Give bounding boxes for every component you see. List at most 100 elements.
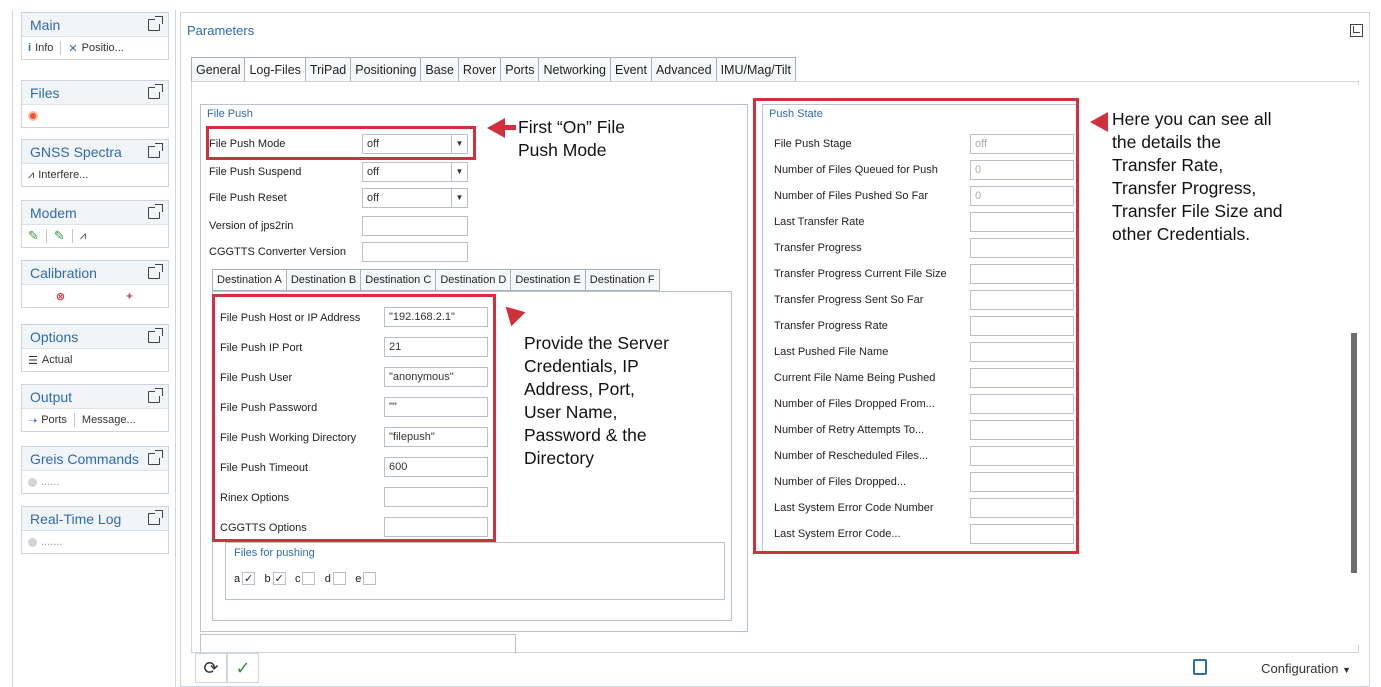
file-d-label: d xyxy=(324,572,331,585)
cggtts-version-field[interactable] xyxy=(362,242,468,262)
file-push-suspend-value: off xyxy=(367,166,380,178)
file-a-checkbox[interactable]: ✓ xyxy=(242,572,256,586)
note-state-line: Transfer Rate, xyxy=(1112,155,1224,175)
tab-positioning[interactable]: Positioning xyxy=(350,57,421,82)
note-push-mode: First “On” File Push Mode xyxy=(518,116,625,162)
modem-signal-icon[interactable]: ✎ xyxy=(54,228,65,244)
destination-tabs: Destination A Destination B Destination … xyxy=(212,269,660,291)
file-b-checkbox[interactable]: ✓ xyxy=(272,572,286,586)
tab-destination-f[interactable]: Destination F xyxy=(584,269,660,291)
tab-destination-a[interactable]: Destination A xyxy=(212,269,286,291)
note-state-line: Here you can see all xyxy=(1112,109,1272,129)
output-ports-item[interactable]: Ports xyxy=(41,414,67,426)
popout-icon[interactable] xyxy=(148,387,163,403)
note-state-line: other Credentials. xyxy=(1112,224,1251,244)
popout-icon[interactable] xyxy=(148,203,163,219)
note-push-mode-line: First “On” File xyxy=(518,117,625,137)
file-push-title: File Push xyxy=(207,108,253,120)
files-status-icon[interactable] xyxy=(28,111,38,121)
popout-icon[interactable] xyxy=(148,263,163,279)
file-push-reset-select[interactable]: off ▼ xyxy=(362,188,468,208)
configuration-dropdown[interactable]: Configuration ▼ xyxy=(1261,661,1351,676)
configuration-label: Configuration xyxy=(1261,660,1339,676)
file-push-reset-value: off xyxy=(367,192,380,204)
tab-log-files[interactable]: Log-Files xyxy=(244,57,305,82)
note-push-state: Here you can see all the details the Tra… xyxy=(1112,108,1283,246)
tab-base[interactable]: Base xyxy=(420,57,458,82)
file-push-suspend-label: File Push Suspend xyxy=(209,166,302,178)
popout-icon[interactable] xyxy=(148,83,163,99)
panel-output: Output ➝ Ports Message... xyxy=(21,384,169,432)
tab-rover[interactable]: Rover xyxy=(457,57,501,82)
file-c-checkbox[interactable] xyxy=(302,572,316,586)
tab-imu-mag-tilt[interactable]: IMU/Mag/Tilt xyxy=(715,57,796,82)
file-c-label: c xyxy=(294,572,301,585)
cggtts-version-label: CGGTTS Converter Version xyxy=(209,246,346,258)
list-icon: ☰ xyxy=(28,354,38,367)
jps2rin-field[interactable] xyxy=(362,216,468,236)
satellite-icon: ✕ xyxy=(68,42,78,55)
rtlog-item[interactable]: ....... xyxy=(41,536,62,548)
tab-destination-d[interactable]: Destination D xyxy=(435,269,511,291)
popout-icon[interactable] xyxy=(148,327,163,343)
panel-modem-title: Modem xyxy=(30,204,77,221)
panel-output-title: Output xyxy=(30,388,73,405)
chart-icon: ⩘ xyxy=(28,168,35,181)
tab-ports[interactable]: Ports xyxy=(500,57,539,82)
arrow-stem xyxy=(504,125,516,130)
tab-networking[interactable]: Networking xyxy=(538,57,610,82)
device-icon[interactable] xyxy=(1193,659,1207,675)
apply-button[interactable]: ✓ xyxy=(227,653,259,683)
tab-event[interactable]: Event xyxy=(609,57,651,82)
restore-window-icon[interactable] xyxy=(1350,23,1363,37)
tab-general[interactable]: General xyxy=(191,57,245,82)
bottom-toolbar: ⟳ ✓ Configuration ▼ xyxy=(181,649,1369,687)
panel-options-title: Options xyxy=(30,328,79,345)
note-server: Provide the Server Credentials, IP Addre… xyxy=(524,332,669,470)
tab-advanced[interactable]: Advanced xyxy=(650,57,716,82)
note-state-line: Transfer File Size and xyxy=(1112,201,1283,221)
gnss-interference-item[interactable]: Interfere... xyxy=(38,169,88,181)
scrollbar-thumb[interactable] xyxy=(1351,333,1357,573)
note-state-line: Transfer Progress, xyxy=(1112,178,1257,198)
modem-link-icon[interactable]: ✎ xyxy=(28,228,39,244)
popout-icon[interactable] xyxy=(148,142,163,158)
panel-gnss-title: GNSS Spectra xyxy=(30,143,122,160)
file-e-checkbox[interactable] xyxy=(363,572,377,586)
note-server-line: Provide the Server xyxy=(524,333,669,353)
parameters-tabs: General Log-Files TriPad Positioning Bas… xyxy=(191,57,796,82)
options-actual-item[interactable]: Actual xyxy=(42,354,73,366)
tab-tripad[interactable]: TriPad xyxy=(304,57,351,82)
calibration-alt-icon[interactable]: ✦ xyxy=(125,290,134,303)
files-for-pushing-title: Files for pushing xyxy=(234,547,315,559)
popout-icon[interactable] xyxy=(148,509,163,525)
check-icon: ✓ xyxy=(235,657,251,678)
tab-destination-e[interactable]: Destination E xyxy=(510,269,585,291)
refresh-button[interactable]: ⟳ xyxy=(195,653,227,683)
files-checkbox-row: a ✓ b ✓ c d e xyxy=(234,571,382,586)
main-info-item[interactable]: Info xyxy=(35,42,53,54)
popout-icon[interactable] xyxy=(148,15,163,31)
tab-destination-c[interactable]: Destination C xyxy=(360,269,436,291)
file-push-suspend-select[interactable]: off ▼ xyxy=(362,162,468,182)
parameters-title: Parameters xyxy=(187,22,255,38)
files-for-pushing-group: Files for pushing a ✓ b ✓ c d e xyxy=(225,542,725,600)
file-a-label: a xyxy=(234,572,241,585)
note-state-line: the details the xyxy=(1112,132,1221,152)
panel-main-title: Main xyxy=(30,16,61,33)
output-messages-item[interactable]: Message... xyxy=(82,414,136,426)
calibration-icon[interactable]: ⊗ xyxy=(56,290,65,303)
greis-item[interactable]: ...... xyxy=(41,476,59,488)
file-d-checkbox[interactable] xyxy=(332,572,346,586)
panel-files-title: Files xyxy=(30,84,60,101)
chart-icon[interactable]: ⩘ xyxy=(80,230,86,243)
jps2rin-label: Version of jps2rin xyxy=(209,220,294,232)
chevron-down-icon: ▼ xyxy=(451,163,467,181)
note-server-line: User Name, xyxy=(524,402,618,422)
file-b-label: b xyxy=(264,572,271,585)
file-e-label: e xyxy=(355,572,362,585)
info-icon: i xyxy=(28,42,32,54)
popout-icon[interactable] xyxy=(148,449,163,465)
tab-destination-b[interactable]: Destination B xyxy=(285,269,361,291)
main-position-item[interactable]: Positio... xyxy=(82,42,124,54)
